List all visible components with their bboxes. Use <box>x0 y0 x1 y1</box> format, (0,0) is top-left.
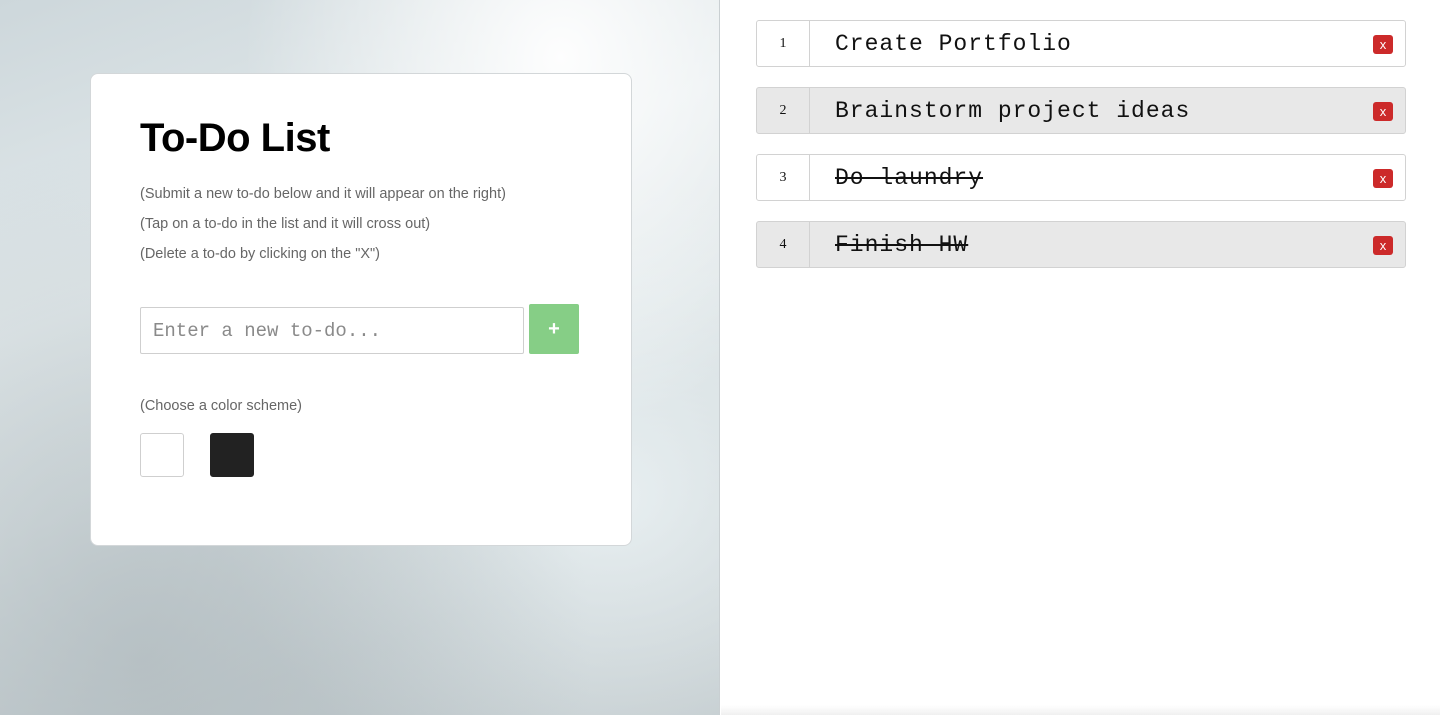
delete-todo-button[interactable]: x <box>1373 169 1393 188</box>
hint-tap: (Tap on a to-do in the list and it will … <box>140 216 431 232</box>
todo-form-card: To-Do List (Submit a new to-do below and… <box>90 73 632 546</box>
hint-submit: (Submit a new to-do below and it will ap… <box>140 186 506 202</box>
hint-delete: (Delete a to-do by clicking on the "X") <box>140 246 380 262</box>
todo-number: 1 <box>757 21 810 66</box>
add-todo-button[interactable]: + <box>529 304 579 354</box>
new-todo-input[interactable] <box>140 307 524 354</box>
bottom-shadow <box>721 705 1440 715</box>
todo-item[interactable]: 1 Create Portfolio x <box>756 20 1406 67</box>
dark-scheme-swatch[interactable] <box>210 433 254 477</box>
todo-number: 4 <box>757 222 810 267</box>
delete-todo-button[interactable]: x <box>1373 236 1393 255</box>
left-pane: To-Do List (Submit a new to-do below and… <box>0 0 720 715</box>
todo-number: 3 <box>757 155 810 200</box>
delete-todo-button[interactable]: x <box>1373 102 1393 121</box>
todo-item[interactable]: 2 Brainstorm project ideas x <box>756 87 1406 134</box>
todo-text[interactable]: Finish HW <box>810 232 1405 258</box>
todo-number: 2 <box>757 88 810 133</box>
todo-text[interactable]: Create Portfolio <box>810 31 1405 57</box>
delete-todo-button[interactable]: x <box>1373 35 1393 54</box>
todo-item[interactable]: 4 Finish HW x <box>756 221 1406 268</box>
light-scheme-swatch[interactable] <box>140 433 184 477</box>
todo-item[interactable]: 3 Do laundry x <box>756 154 1406 201</box>
color-scheme-label: (Choose a color scheme) <box>140 398 302 414</box>
todo-text[interactable]: Brainstorm project ideas <box>810 98 1405 124</box>
todo-list: 1 Create Portfolio x 2 Brainstorm projec… <box>756 20 1406 288</box>
page-title: To-Do List <box>140 116 330 160</box>
todo-text[interactable]: Do laundry <box>810 165 1405 191</box>
